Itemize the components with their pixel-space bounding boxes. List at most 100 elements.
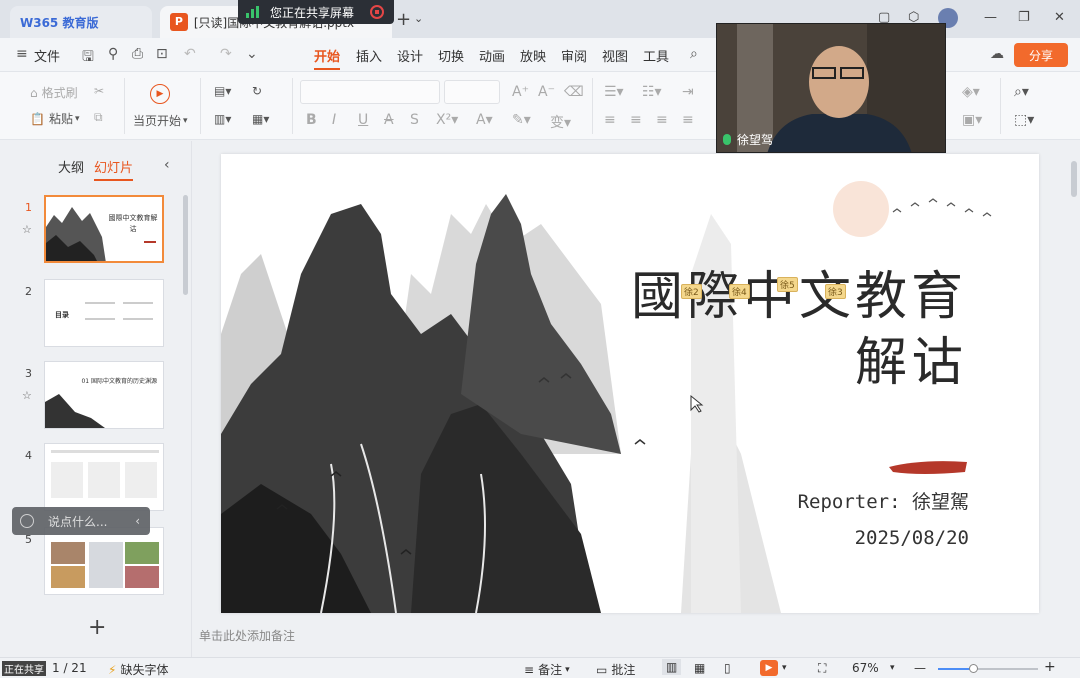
shadow-icon[interactable]: S (410, 112, 419, 128)
collapse-panel-icon[interactable]: ‹ (164, 157, 170, 173)
photo (51, 542, 85, 564)
print-icon[interactable]: ⎙ (132, 46, 143, 62)
notes-input[interactable]: 单击此处添加备注 (199, 627, 295, 644)
minimize-button[interactable]: — (984, 10, 997, 25)
slide-thumbnail-5[interactable] (44, 527, 164, 595)
app-tab[interactable]: W365 教育版 (10, 6, 152, 38)
tab-design[interactable]: 设计 (397, 46, 423, 65)
tab-animation[interactable]: 动画 (479, 46, 505, 65)
indent-icon[interactable]: ⇥ (682, 84, 694, 100)
notes-button[interactable]: ≡ 备注 ▾ (524, 661, 570, 678)
align-right-icon[interactable]: ≡ (656, 112, 668, 128)
preview-icon[interactable]: ⊡ (156, 46, 168, 62)
font-name-select[interactable] (300, 80, 440, 104)
link-icon[interactable]: ⚲ (108, 46, 118, 62)
emoji-icon (20, 514, 34, 528)
new-slide-icon[interactable]: ▤▾ (214, 84, 231, 98)
more-chevron-icon[interactable]: ⌄ (246, 46, 258, 62)
layout-icon[interactable]: ▥▾ (214, 112, 231, 126)
justify-icon[interactable]: ≡ (682, 112, 694, 128)
cloud-upload-icon[interactable]: ☁ (990, 46, 1004, 62)
strikethrough-icon[interactable]: A (384, 112, 394, 128)
superscript-icon[interactable]: X²▾ (436, 112, 458, 128)
slide-thumbnail-1[interactable]: 國際中文教育解诂 (44, 195, 164, 263)
reuse-slide-icon[interactable]: ↻ (252, 84, 262, 98)
new-tab-button[interactable]: + (396, 9, 411, 30)
underline-icon[interactable]: U (358, 112, 368, 128)
file-menu[interactable]: 文件 (34, 46, 60, 65)
tab-view[interactable]: 视图 (602, 46, 628, 65)
tab-outline[interactable]: 大纲 (58, 157, 84, 176)
star-icon[interactable]: ☆ (22, 223, 32, 236)
tab-list-chevron-icon[interactable]: ⌄ (414, 12, 423, 25)
tab-home[interactable]: 开始 (314, 46, 341, 70)
reporter-text[interactable]: Reporter: 徐望駕 (798, 487, 969, 514)
align-center-icon[interactable]: ≡ (630, 112, 642, 128)
undo-icon[interactable]: ↶ (184, 46, 196, 62)
tab-review[interactable]: 审阅 (561, 46, 587, 65)
chevron-down-icon: ▾ (183, 115, 188, 126)
play-icon[interactable]: ▶ (150, 84, 170, 104)
maximize-button[interactable]: ❐ (1018, 10, 1030, 25)
copy-icon[interactable]: ⧉ (94, 110, 103, 125)
cut-icon[interactable]: ✂ (94, 84, 104, 98)
section-icon[interactable]: ▦▾ (252, 112, 269, 126)
hamburger-icon[interactable]: ≡ (16, 46, 28, 62)
arrange-icon[interactable]: ▣▾ (962, 112, 982, 128)
normal-view-icon[interactable]: ▥ (662, 659, 682, 675)
grid-view-icon[interactable]: ▦ (694, 661, 705, 675)
search-icon[interactable]: ⌕ (690, 46, 698, 62)
slide-thumbnail-4[interactable] (44, 443, 164, 511)
font-size-select[interactable] (444, 80, 500, 104)
highlight-icon[interactable]: ✎▾ (512, 112, 531, 128)
missing-font-button[interactable]: ⚡ 缺失字体 (108, 661, 168, 678)
current-slide[interactable]: 國際中文教育 解诂 徐2 徐4 徐5 徐3 Reporter: 徐望駕 2025… (221, 154, 1039, 613)
close-button[interactable]: ✕ (1054, 10, 1065, 25)
tab-tools[interactable]: 工具 (643, 46, 669, 65)
video-feed[interactable]: 徐望驾 (716, 23, 946, 153)
numbered-list-icon[interactable]: ☷▾ (642, 84, 662, 100)
tab-slides[interactable]: 幻灯片 (94, 157, 134, 181)
char-spacing-icon[interactable]: 变▾ (550, 112, 571, 132)
select-icon[interactable]: ⬚▾ (1014, 112, 1034, 128)
decrease-font-icon[interactable]: A⁻ (538, 84, 555, 100)
zoom-out-button[interactable]: — (914, 661, 926, 675)
bold-icon[interactable]: B (306, 112, 317, 128)
collapse-chat-icon[interactable]: ‹ (135, 514, 140, 528)
comments-button[interactable]: ▭ 批注 (596, 661, 635, 678)
tab-slideshow[interactable]: 放映 (520, 46, 546, 65)
slide-thumbnail-3[interactable]: 01 国际中文教育的历史渊源 (44, 361, 164, 429)
chevron-down-icon[interactable]: ▾ (890, 663, 895, 673)
date-text[interactable]: 2025/08/20 (855, 527, 969, 549)
redo-icon[interactable]: ↷ (220, 46, 232, 62)
reading-view-icon[interactable]: ▯ (724, 661, 731, 675)
bullet-list-icon[interactable]: ☰▾ (604, 84, 624, 100)
format-painter-button[interactable]: ⌂ 格式刷 (30, 84, 78, 101)
fill-icon[interactable]: ◈▾ (962, 84, 980, 100)
clear-format-icon[interactable]: ⌫ (564, 84, 584, 100)
play-slideshow-button[interactable]: ▶ ▾ (760, 660, 787, 676)
paste-button[interactable]: 📋 粘贴 ▾ (30, 110, 80, 127)
font-color-icon[interactable]: A▾ (476, 112, 493, 128)
scrollbar[interactable] (183, 195, 188, 295)
tab-transition[interactable]: 切换 (438, 46, 464, 65)
save-icon[interactable]: 🖫 (82, 46, 94, 70)
find-icon[interactable]: ⌕▾ (1014, 84, 1029, 100)
increase-font-icon[interactable]: A⁺ (512, 84, 529, 100)
italic-icon[interactable]: I (332, 112, 336, 128)
tab-insert[interactable]: 插入 (356, 46, 382, 65)
add-slide-button[interactable]: + (88, 615, 106, 640)
chat-input[interactable]: 说点什么... ‹ (12, 507, 150, 535)
zoom-in-button[interactable]: + (1044, 659, 1056, 675)
zoom-level[interactable]: 67% (852, 661, 879, 675)
align-left-icon[interactable]: ≡ (604, 112, 616, 128)
stop-share-button[interactable] (370, 5, 385, 19)
slide-thumbnail-2[interactable]: 目录 (44, 279, 164, 347)
play-from-current-button[interactable]: 当页开始 ▾ (133, 112, 188, 129)
fit-window-icon[interactable]: ⛶ (818, 661, 826, 676)
share-button[interactable]: 分享 (1014, 43, 1068, 67)
star-icon[interactable]: ☆ (22, 389, 32, 402)
scrollbar[interactable] (1071, 161, 1077, 197)
zoom-slider[interactable] (938, 664, 1038, 673)
zoom-slider-handle[interactable] (969, 664, 978, 673)
